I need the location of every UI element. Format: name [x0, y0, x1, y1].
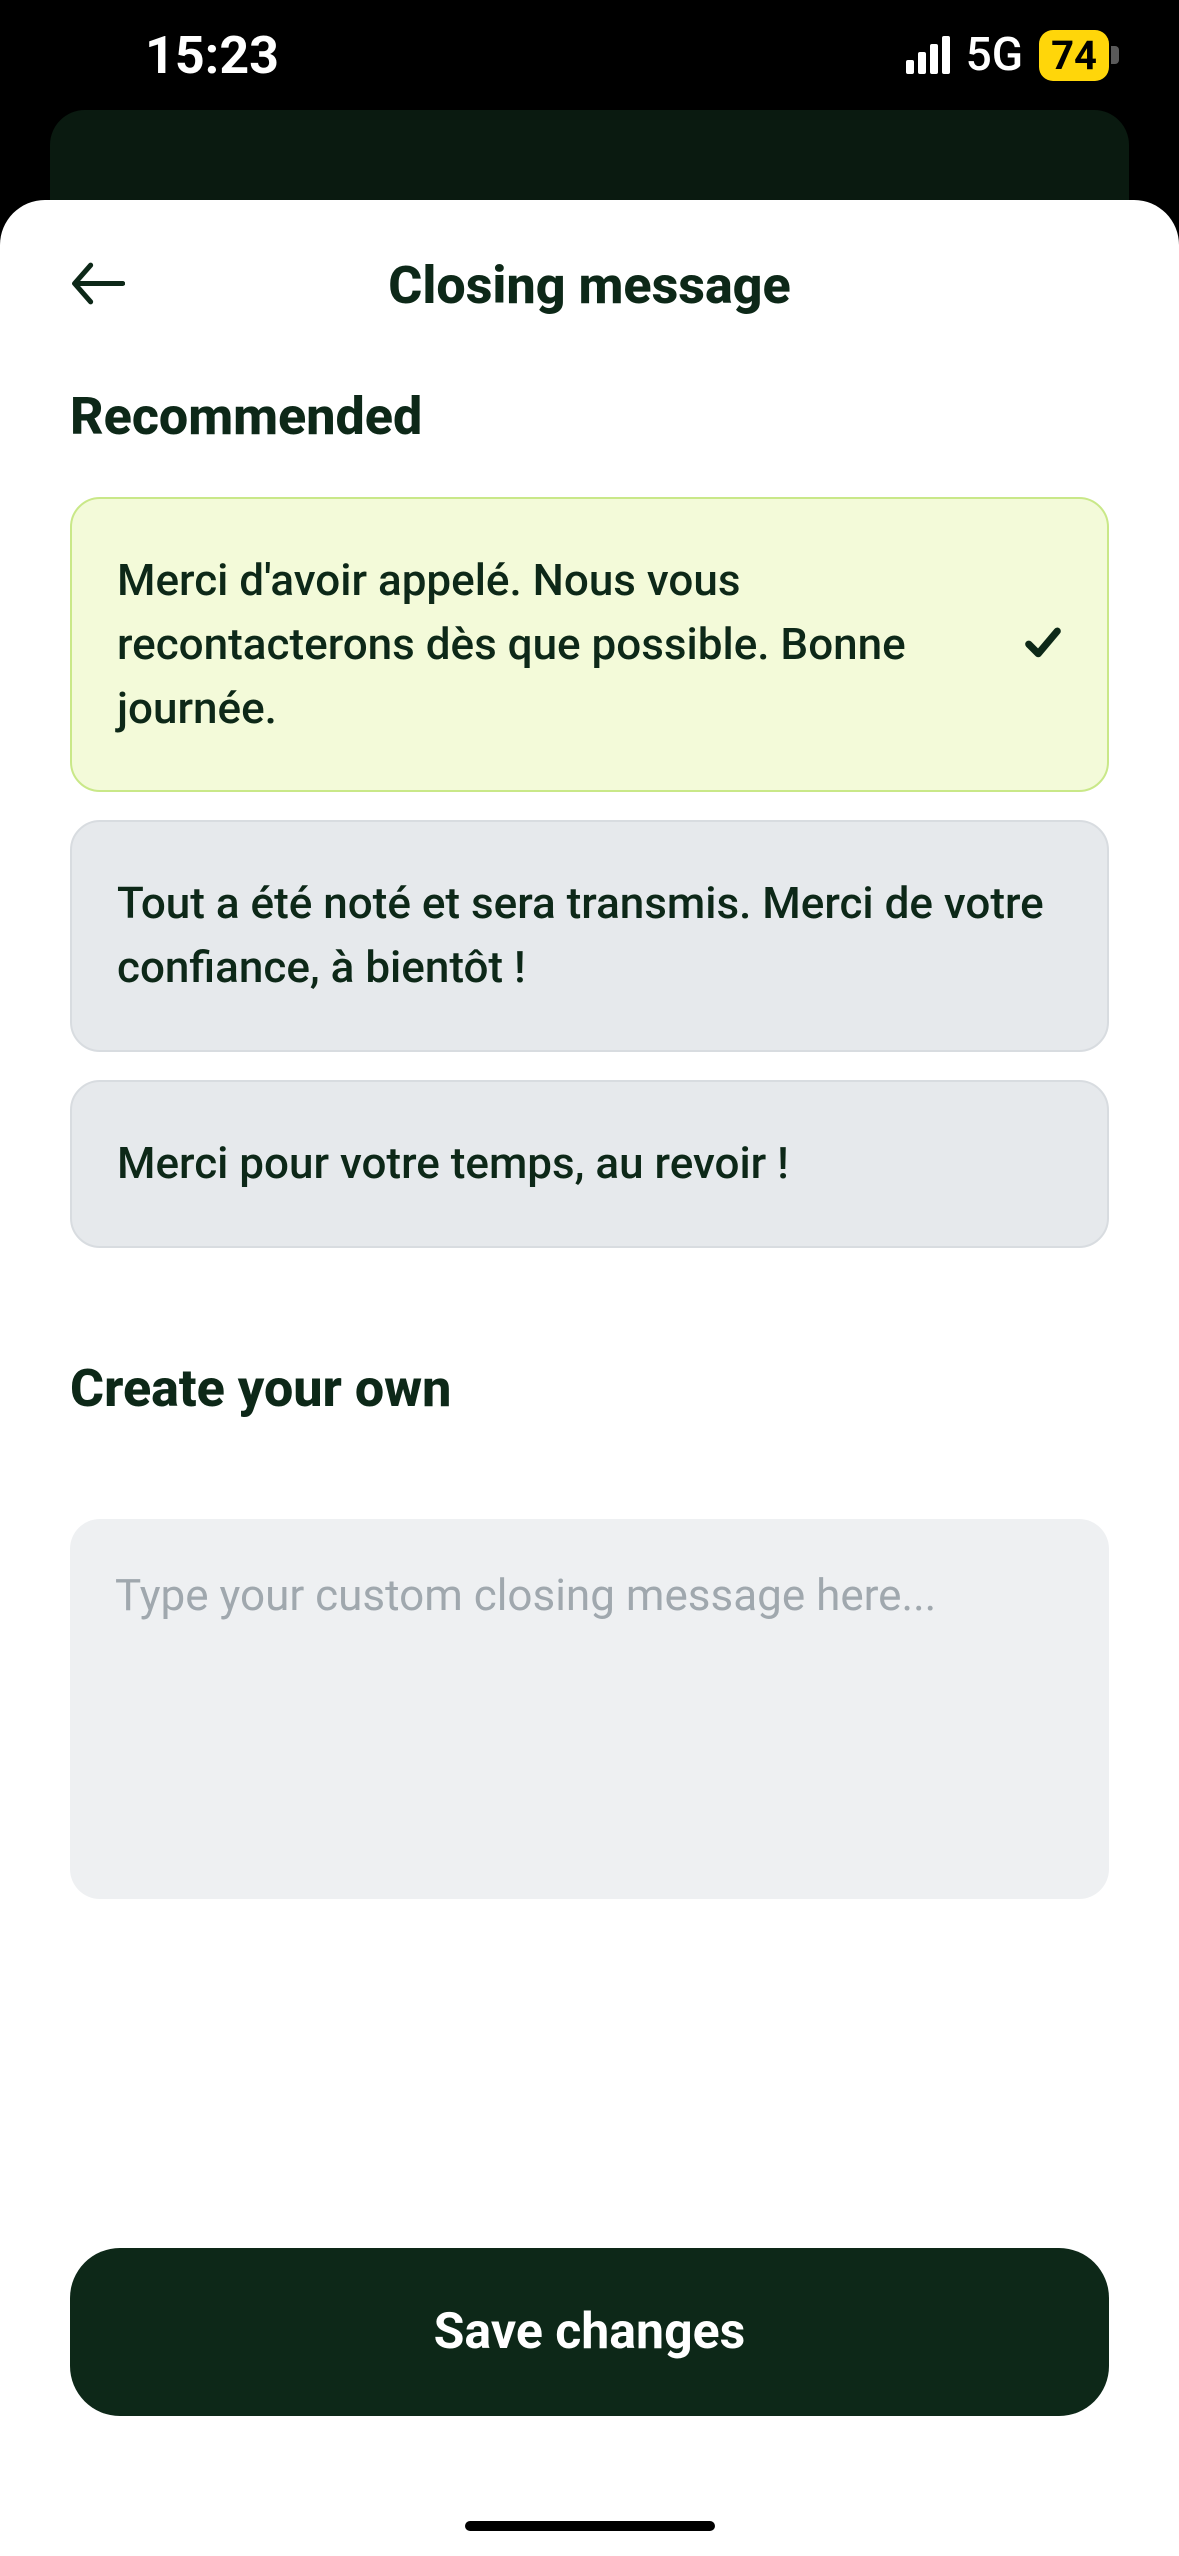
option-text: Tout a été noté et sera transmis. Merci … — [117, 872, 1062, 1000]
save-button[interactable]: Save changes — [70, 2248, 1109, 2416]
option-card-3[interactable]: Merci pour votre temps, au revoir ! — [70, 1080, 1109, 1248]
back-button[interactable] — [70, 261, 125, 310]
network-type: 5G — [966, 28, 1023, 82]
option-text: Merci pour votre temps, au revoir ! — [117, 1132, 1062, 1196]
status-time: 15:23 — [145, 25, 279, 86]
background-peek — [50, 110, 1129, 200]
sheet-header: Closing message — [0, 200, 1179, 346]
battery-indicator: 74 — [1039, 30, 1109, 81]
content-area: Recommended Merci d'avoir appelé. Nous v… — [0, 346, 1179, 1903]
create-section: Create your own — [70, 1358, 1109, 1903]
check-icon — [1024, 624, 1062, 666]
create-heading: Create your own — [70, 1358, 1109, 1419]
status-right: 5G 74 — [906, 28, 1109, 82]
home-indicator[interactable] — [465, 2521, 715, 2531]
option-card-2[interactable]: Tout a été noté et sera transmis. Merci … — [70, 820, 1109, 1052]
recommended-heading: Recommended — [70, 386, 1109, 447]
page-title: Closing message — [70, 255, 1109, 316]
status-bar: 15:23 5G 74 — [0, 0, 1179, 110]
modal-sheet: Closing message Recommended Merci d'avoi… — [0, 200, 1179, 2556]
option-text: Merci d'avoir appelé. Nous vous recontac… — [117, 549, 994, 740]
option-card-1[interactable]: Merci d'avoir appelé. Nous vous recontac… — [70, 497, 1109, 792]
custom-message-input[interactable] — [70, 1519, 1109, 1899]
signal-icon — [906, 36, 950, 74]
arrow-left-icon — [70, 261, 125, 306]
